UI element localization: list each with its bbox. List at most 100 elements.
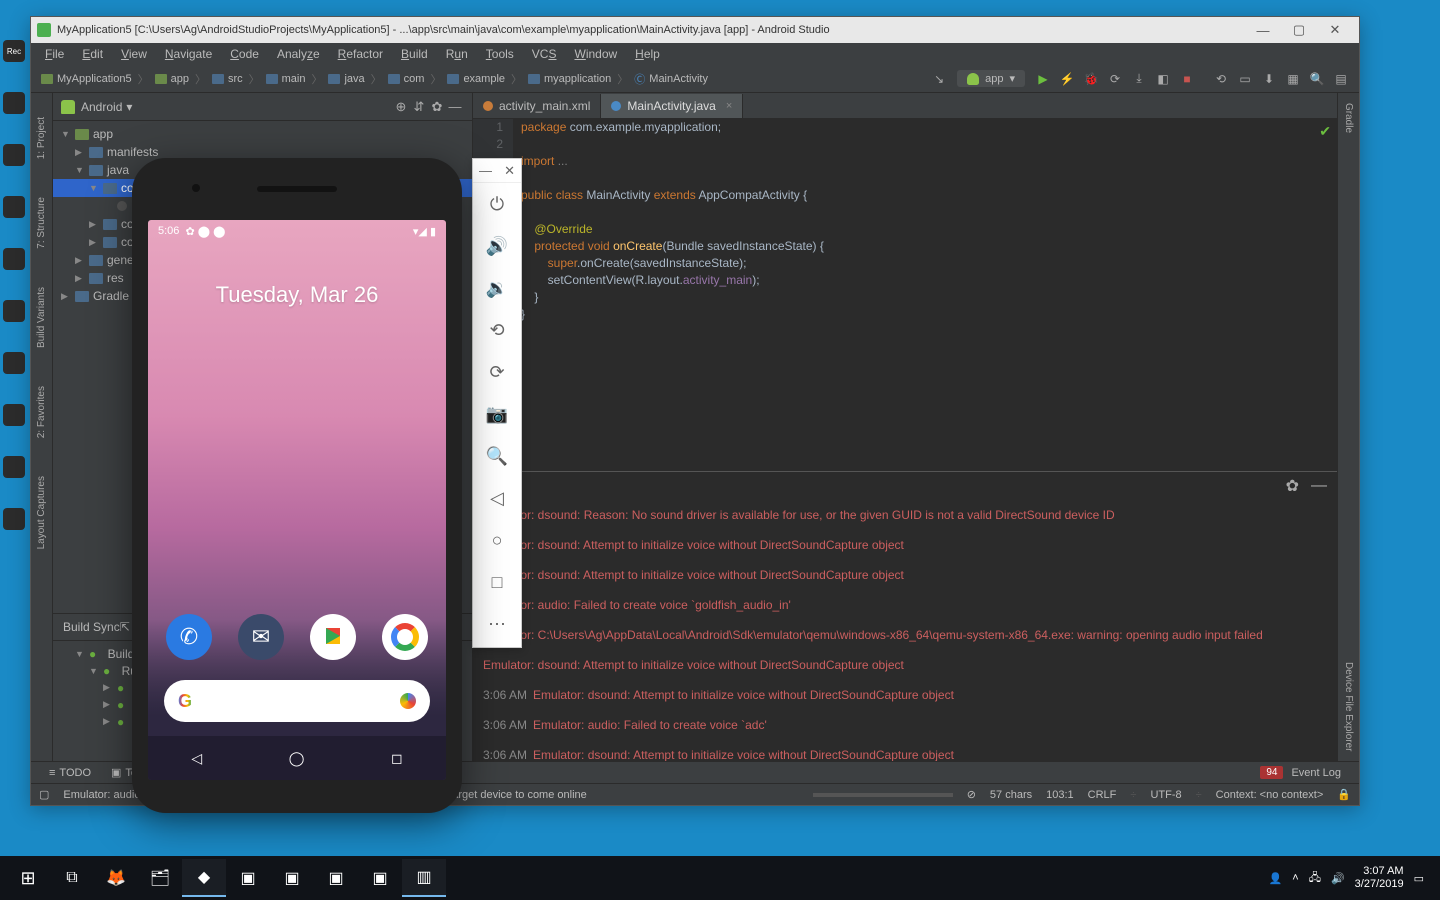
tool-build-variants[interactable]: Build Variants — [34, 283, 49, 352]
desktop-shortcut[interactable] — [3, 248, 25, 270]
tool-structure[interactable]: 7: Structure — [34, 193, 49, 253]
close-button[interactable]: ✕ — [1317, 20, 1353, 40]
breadcrumb-item[interactable]: ⒸMainActivity — [630, 71, 712, 87]
breadcrumb-item[interactable]: example — [443, 73, 509, 85]
run-button[interactable]: ▶ — [1033, 69, 1053, 89]
home-button[interactable]: ◯ — [289, 750, 305, 767]
tab-activity-main[interactable]: activity_main.xml — [473, 94, 601, 118]
home-button[interactable]: ○ — [473, 519, 521, 561]
expand-icon[interactable]: ⇱ — [120, 620, 130, 634]
desktop-shortcut[interactable] — [3, 508, 25, 530]
desktop-shortcut[interactable] — [3, 144, 25, 166]
more-button[interactable]: ⋯ — [473, 603, 521, 645]
tree-item[interactable]: ▼ app — [53, 125, 472, 143]
phone-app-icon[interactable]: ✆ — [166, 614, 212, 660]
breadcrumb-item[interactable]: src — [208, 73, 247, 85]
desktop-shortcut[interactable]: Rec — [3, 40, 25, 62]
desktop-shortcut[interactable] — [3, 352, 25, 374]
volume-up-button[interactable]: 🔊 — [473, 225, 521, 267]
taskbar-explorer[interactable]: 🗂 — [138, 859, 182, 897]
menu-run[interactable]: Run — [438, 45, 476, 63]
collapse-icon[interactable]: ⇵ — [410, 99, 428, 115]
rotate-right-button[interactable]: ⟳ — [473, 351, 521, 393]
minimize-button[interactable]: — — [1245, 20, 1281, 40]
desktop-shortcut[interactable] — [3, 404, 25, 426]
debug-button[interactable]: 🐞 — [1081, 69, 1101, 89]
close-icon[interactable]: × — [726, 100, 732, 112]
menu-help[interactable]: Help — [627, 45, 668, 63]
volume-icon[interactable]: 🔊 — [1331, 872, 1345, 885]
desktop-shortcut[interactable] — [3, 196, 25, 218]
emulator-window[interactable]: 5:06 ✿ ⬤ ⬤ ▾◢ ▮ Tuesday, Mar 26 ✆ ✉ G ◁ … — [132, 158, 522, 818]
tool-todo[interactable]: ≡ TODO — [39, 767, 101, 779]
status-encoding[interactable]: UTF-8 — [1150, 789, 1181, 801]
menu-file[interactable]: File — [37, 45, 72, 63]
assistant-icon[interactable] — [400, 693, 416, 709]
taskbar-android-studio[interactable]: ◆ — [182, 859, 226, 897]
back-button[interactable]: ◁ — [473, 477, 521, 519]
task-view-button[interactable]: ⧉ — [50, 859, 94, 897]
menu-window[interactable]: Window — [566, 45, 625, 63]
tool-project[interactable]: 1: Project — [34, 113, 49, 163]
gear-icon[interactable]: ✿ — [428, 99, 446, 115]
desktop-shortcut[interactable] — [3, 300, 25, 322]
emulator-screen[interactable]: 5:06 ✿ ⬤ ⬤ ▾◢ ▮ Tuesday, Mar 26 ✆ ✉ G ◁ … — [148, 220, 446, 780]
gear-icon[interactable]: ✿ — [1286, 476, 1299, 496]
menu-tools[interactable]: Tools — [478, 45, 522, 63]
menu-build[interactable]: Build — [393, 45, 436, 63]
build-icon[interactable]: ↘ — [929, 69, 949, 89]
messages-app-icon[interactable]: ✉ — [238, 614, 284, 660]
menu-navigate[interactable]: Navigate — [157, 45, 220, 63]
tool-favorites[interactable]: 2: Favorites — [34, 382, 49, 442]
system-tray[interactable]: 👤 ˄ 🖧 🔊 3:07 AM 3/27/2019 ▭ — [1269, 865, 1434, 891]
tray-chevron-icon[interactable]: ˄ — [1292, 872, 1298, 884]
breadcrumb-item[interactable]: com — [384, 73, 429, 85]
event-log-button[interactable]: 94Event Log — [1250, 766, 1351, 779]
menu-analyze[interactable]: Analyze — [269, 45, 328, 63]
tool-gradle[interactable]: Gradle — [1341, 93, 1356, 143]
sdk-manager-button[interactable]: ⬇ — [1259, 69, 1279, 89]
menu-refactor[interactable]: Refactor — [330, 45, 391, 63]
toolbar-icon[interactable]: ▤ — [1331, 69, 1351, 89]
tab-main-activity[interactable]: MainActivity.java× — [601, 94, 743, 118]
apply-changes-button[interactable]: ⚡ — [1057, 69, 1077, 89]
close-button[interactable]: ✕ — [504, 163, 515, 179]
status-context[interactable]: Context: <no context> — [1216, 789, 1324, 801]
taskbar-app[interactable]: ▣ — [358, 859, 402, 897]
breadcrumb-item[interactable]: java — [324, 73, 368, 85]
titlebar[interactable]: MyApplication5 [C:\Users\Ag\AndroidStudi… — [31, 17, 1359, 43]
coverage-icon[interactable]: ◧ — [1153, 69, 1173, 89]
chrome-icon[interactable] — [382, 614, 428, 660]
breadcrumb-item[interactable]: app — [151, 73, 193, 85]
breadcrumb-item[interactable]: myapplication — [524, 73, 615, 85]
inspection-ok-icon[interactable]: ✔ — [1319, 123, 1331, 140]
volume-down-button[interactable]: 🔉 — [473, 267, 521, 309]
status-pos[interactable]: 103:1 — [1046, 789, 1074, 801]
target-icon[interactable]: ⊕ — [392, 99, 410, 115]
back-button[interactable]: ◁ — [191, 750, 202, 767]
breadcrumb-item[interactable]: main — [262, 73, 310, 85]
tool-layout-captures[interactable]: Layout Captures — [34, 472, 49, 553]
menu-view[interactable]: View — [113, 45, 155, 63]
menu-code[interactable]: Code — [222, 45, 267, 63]
maximize-button[interactable]: ▢ — [1281, 20, 1317, 40]
notifications-icon[interactable]: ▭ — [1414, 872, 1424, 885]
desktop-shortcut[interactable] — [3, 92, 25, 114]
play-store-icon[interactable] — [310, 614, 356, 660]
taskbar-app[interactable]: ▣ — [226, 859, 270, 897]
code-text[interactable]: package com.example.myapplication; impor… — [513, 119, 1337, 471]
sync-gradle-button[interactable]: ⟲ — [1211, 69, 1231, 89]
start-button[interactable]: ⊞ — [6, 859, 50, 897]
hide-icon[interactable]: — — [1311, 477, 1327, 495]
taskbar-app[interactable]: ▣ — [314, 859, 358, 897]
zoom-button[interactable]: 🔍 — [473, 435, 521, 477]
menu-vcs[interactable]: VCS — [524, 45, 565, 63]
rotate-left-button[interactable]: ⟲ — [473, 309, 521, 351]
hide-icon[interactable]: — — [446, 99, 464, 114]
recents-button[interactable]: ◻ — [391, 750, 403, 767]
camera-button[interactable]: 📷 — [473, 393, 521, 435]
profiler-button[interactable]: ⟳ — [1105, 69, 1125, 89]
google-search-bar[interactable]: G — [164, 680, 430, 722]
desktop-shortcut[interactable] — [3, 456, 25, 478]
stop-button[interactable]: ■ — [1177, 69, 1197, 89]
